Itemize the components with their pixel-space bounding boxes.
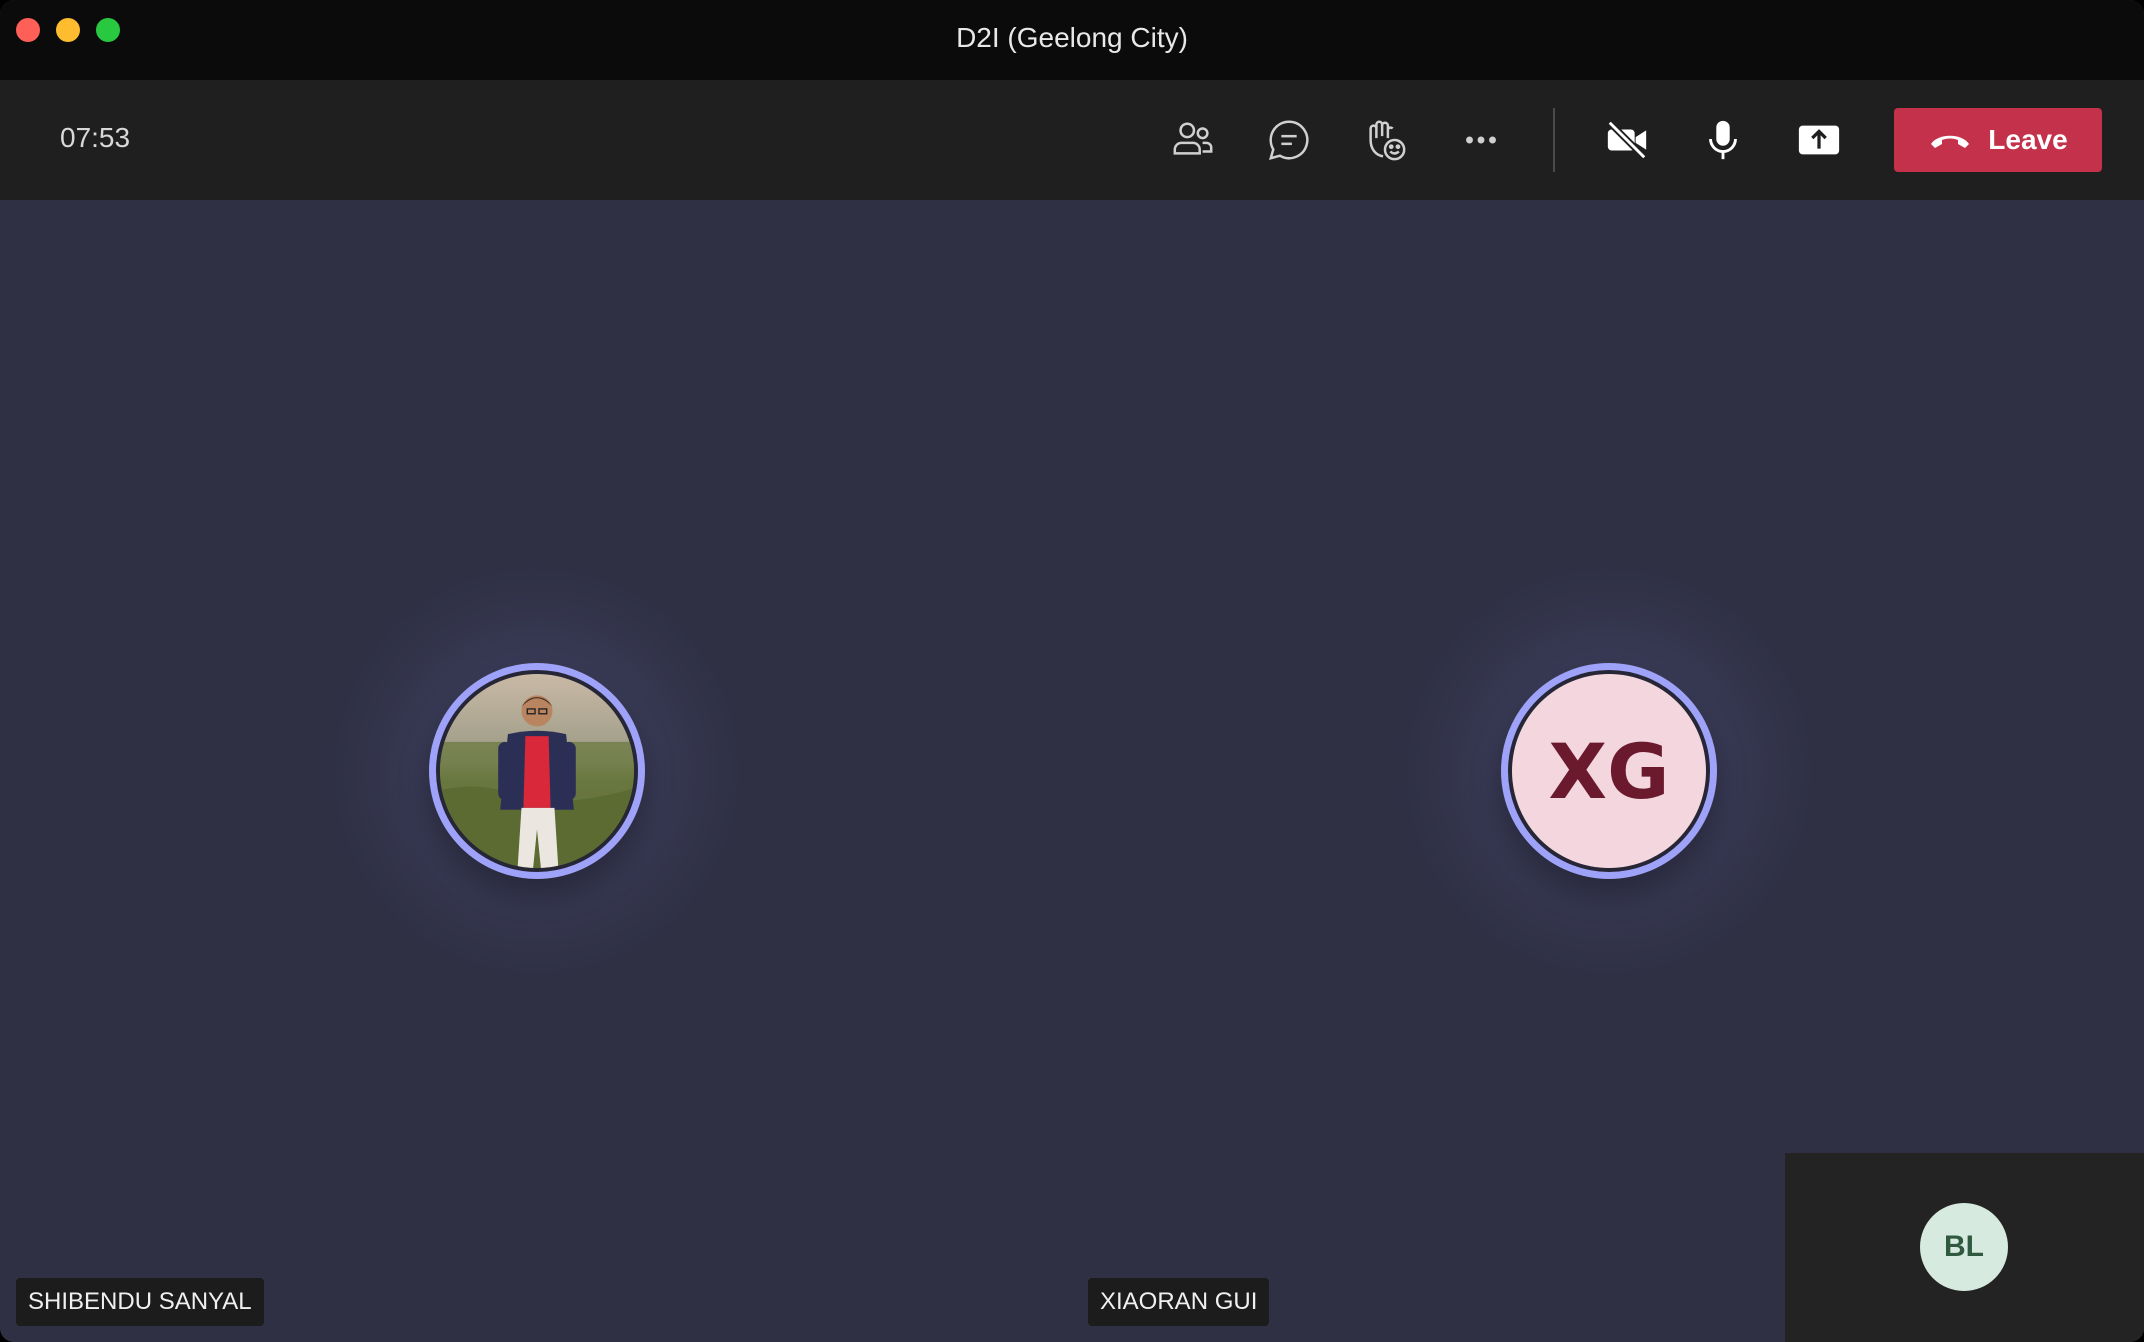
teams-meeting-window: D2I (Geelong City) 07:53 Leave SHIBENDU …	[0, 0, 2144, 1342]
meeting-stage: SHIBENDU SANYAL XG XIAORAN GUI BL	[0, 200, 2144, 1342]
leave-button[interactable]: Leave	[1894, 108, 2102, 172]
microphone-icon	[1709, 120, 1737, 160]
avatar-initials: XG	[1512, 674, 1706, 868]
self-view-tile[interactable]: BL	[1785, 1153, 2144, 1342]
meeting-toolbar: 07:53 Leave	[0, 80, 2144, 200]
chat-icon	[1268, 120, 1309, 160]
phone-hangup-icon	[1931, 135, 1970, 148]
self-avatar-initials: BL	[1920, 1203, 2008, 1291]
toolbar-divider	[1553, 108, 1555, 172]
participant-name-chip: XIAORAN GUI	[1088, 1278, 1270, 1326]
camera-toggle-button[interactable]	[1597, 110, 1657, 170]
participants-button[interactable]	[1163, 110, 1223, 170]
participant-name-chip: SHIBENDU SANYAL	[16, 1278, 264, 1326]
reactions-icon	[1369, 120, 1406, 161]
more-icon	[1466, 136, 1496, 144]
meeting-timer: 07:53	[60, 122, 131, 153]
participant-avatar-xiaoran[interactable]: XG	[1501, 663, 1717, 879]
microphone-toggle-button[interactable]	[1693, 110, 1753, 170]
person-photo-icon	[440, 674, 634, 868]
camera-off-icon	[1607, 120, 1647, 160]
chat-button[interactable]	[1259, 110, 1319, 170]
share-screen-button[interactable]	[1789, 110, 1849, 170]
leave-label: Leave	[1988, 124, 2068, 155]
participant-avatar-shibendu[interactable]	[429, 663, 645, 879]
avatar-photo	[440, 674, 634, 868]
people-icon	[1173, 122, 1213, 155]
window-title: D2I (Geelong City)	[956, 22, 1188, 53]
title-bar: D2I (Geelong City)	[0, 0, 2144, 80]
reactions-button[interactable]	[1355, 110, 1415, 170]
share-icon	[1798, 125, 1840, 155]
more-options-button[interactable]	[1451, 110, 1511, 170]
